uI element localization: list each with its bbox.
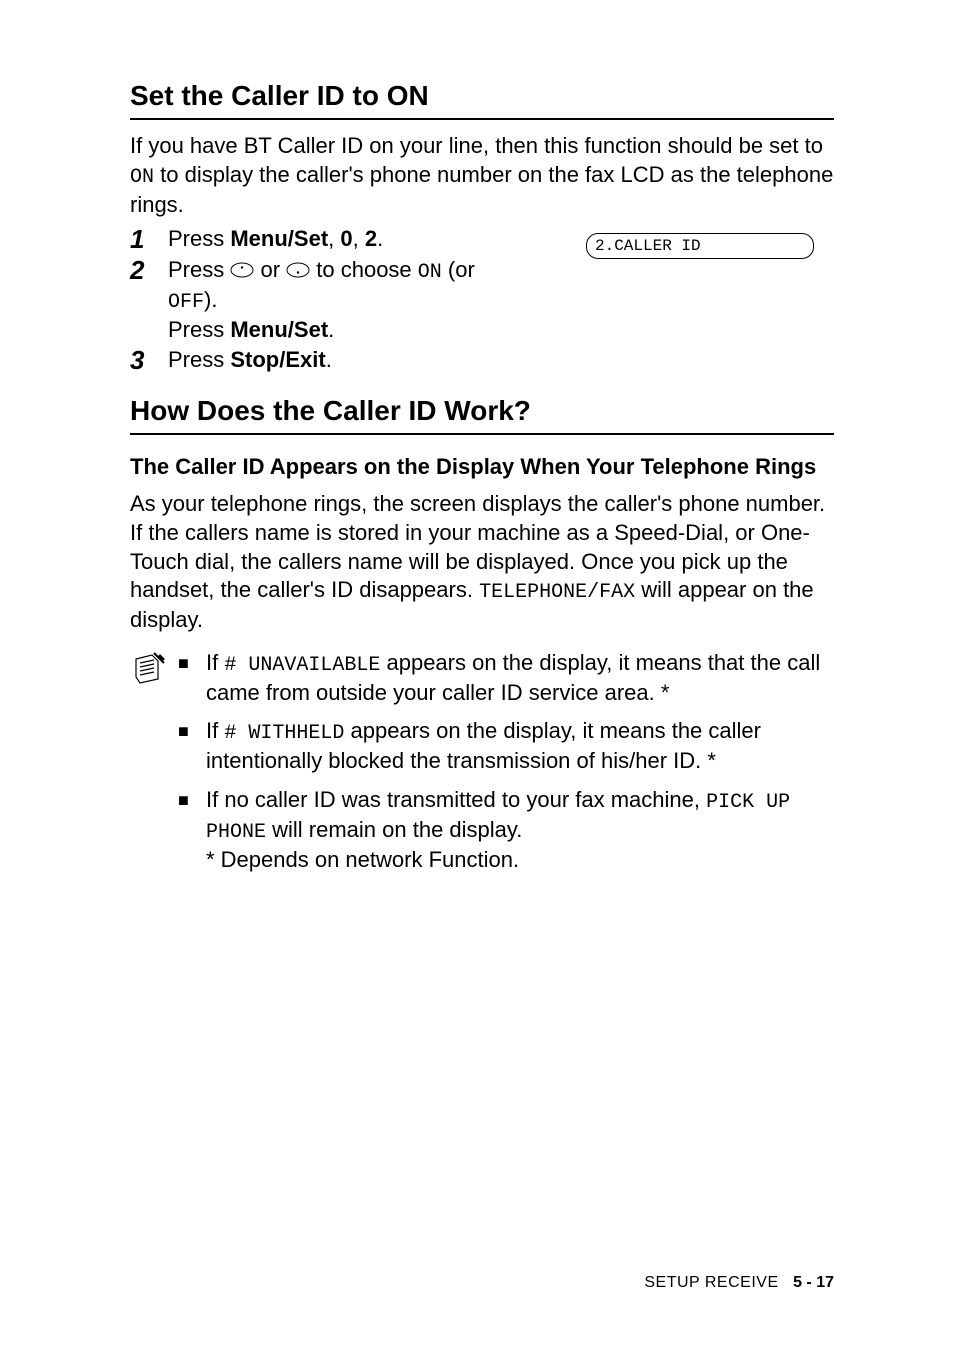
- footer-page-number: 5 - 17: [793, 1274, 834, 1291]
- bullet-square-icon: ■: [178, 786, 206, 812]
- step-2-body: Press or to choose ON (or OFF). Press Me…: [168, 256, 834, 345]
- intro-text-2: to display the caller's phone number on …: [130, 162, 833, 217]
- step-number-3: 3: [130, 346, 168, 375]
- body-mono-telephonefax: TELEPHONE/FAX: [479, 581, 635, 604]
- step-1-pre: Press: [168, 226, 230, 251]
- note-item-3: ■ If no caller ID was transmitted to you…: [178, 786, 834, 875]
- note-item-2: ■ If # WITHHELD appears on the display, …: [178, 717, 834, 776]
- step-3: 3 Press Stop/Exit.: [130, 346, 834, 375]
- note-item-1: ■ If # UNAVAILABLE appears on the displa…: [178, 649, 834, 708]
- note-3-post: will remain on the display.: [266, 817, 522, 842]
- step-2-mid: or: [254, 257, 286, 282]
- note-block: ■ If # UNAVAILABLE appears on the displa…: [130, 649, 834, 885]
- step-3-body: Press Stop/Exit.: [168, 346, 834, 375]
- note-2-pre: If: [206, 718, 224, 743]
- step-number-2: 2: [130, 256, 168, 285]
- lcd-display: 2.CALLER ID: [586, 233, 814, 259]
- step-2-line2-pre: Press: [168, 317, 230, 342]
- step-1-key-0: 0: [340, 226, 352, 251]
- step-2: 2 Press or to choose ON (or OFF). Press …: [130, 256, 834, 345]
- step-3-key-stopexit: Stop/Exit: [230, 347, 325, 372]
- step-2-pre: Press: [168, 257, 230, 282]
- note-2-text: If # WITHHELD appears on the display, it…: [206, 717, 834, 776]
- step-2-close: ).: [204, 287, 217, 312]
- step-1-key-menuset: Menu/Set: [230, 226, 328, 251]
- note-2-code: # WITHHELD: [224, 722, 344, 745]
- step-number-1: 1: [130, 225, 168, 254]
- step-1-sep1: ,: [328, 226, 340, 251]
- step-2-line2-end: .: [328, 317, 334, 342]
- note-1-text: If # UNAVAILABLE appears on the display,…: [206, 649, 834, 708]
- step-2-on: ON: [418, 261, 442, 284]
- heading-how-does-caller-id-work: How Does the Caller ID Work?: [130, 395, 834, 435]
- body-paragraph: As your telephone rings, the screen disp…: [130, 490, 834, 634]
- step-3-pre: Press: [168, 347, 230, 372]
- step-1-key-2: 2: [365, 226, 377, 251]
- step-3-end: .: [326, 347, 332, 372]
- page-container: Set the Caller ID to ON If you have BT C…: [0, 0, 954, 1352]
- heading-set-caller-id: Set the Caller ID to ON: [130, 80, 834, 120]
- note-1-pre: If: [206, 650, 224, 675]
- step-2-key-menuset: Menu/Set: [230, 317, 328, 342]
- page-footer: SETUP RECEIVE 5 - 17: [644, 1274, 834, 1292]
- step-2-paren: (or: [442, 257, 475, 282]
- step-2-post: to choose: [310, 257, 418, 282]
- intro-text-1: If you have BT Caller ID on your line, t…: [130, 133, 823, 158]
- nav-down-icon: [286, 257, 310, 286]
- footer-section: SETUP RECEIVE: [644, 1274, 778, 1291]
- intro-paragraph: If you have BT Caller ID on your line, t…: [130, 132, 834, 219]
- note-3-text: If no caller ID was transmitted to your …: [206, 786, 834, 875]
- subheading-caller-id-appears: The Caller ID Appears on the Display Whe…: [130, 453, 834, 481]
- intro-on-code: ON: [130, 166, 154, 189]
- step-2-off: OFF: [168, 291, 204, 314]
- note-list: ■ If # UNAVAILABLE appears on the displa…: [178, 649, 834, 885]
- note-3-pre: If no caller ID was transmitted to your …: [206, 787, 706, 812]
- note-footnote: * Depends on network Function.: [206, 847, 519, 872]
- note-1-code: # UNAVAILABLE: [224, 654, 380, 677]
- nav-up-icon: [230, 257, 254, 286]
- note-icon: [130, 649, 178, 692]
- bullet-square-icon: ■: [178, 717, 206, 743]
- step-1-sep2: ,: [353, 226, 365, 251]
- bullet-square-icon: ■: [178, 649, 206, 675]
- step-1-end: .: [377, 226, 383, 251]
